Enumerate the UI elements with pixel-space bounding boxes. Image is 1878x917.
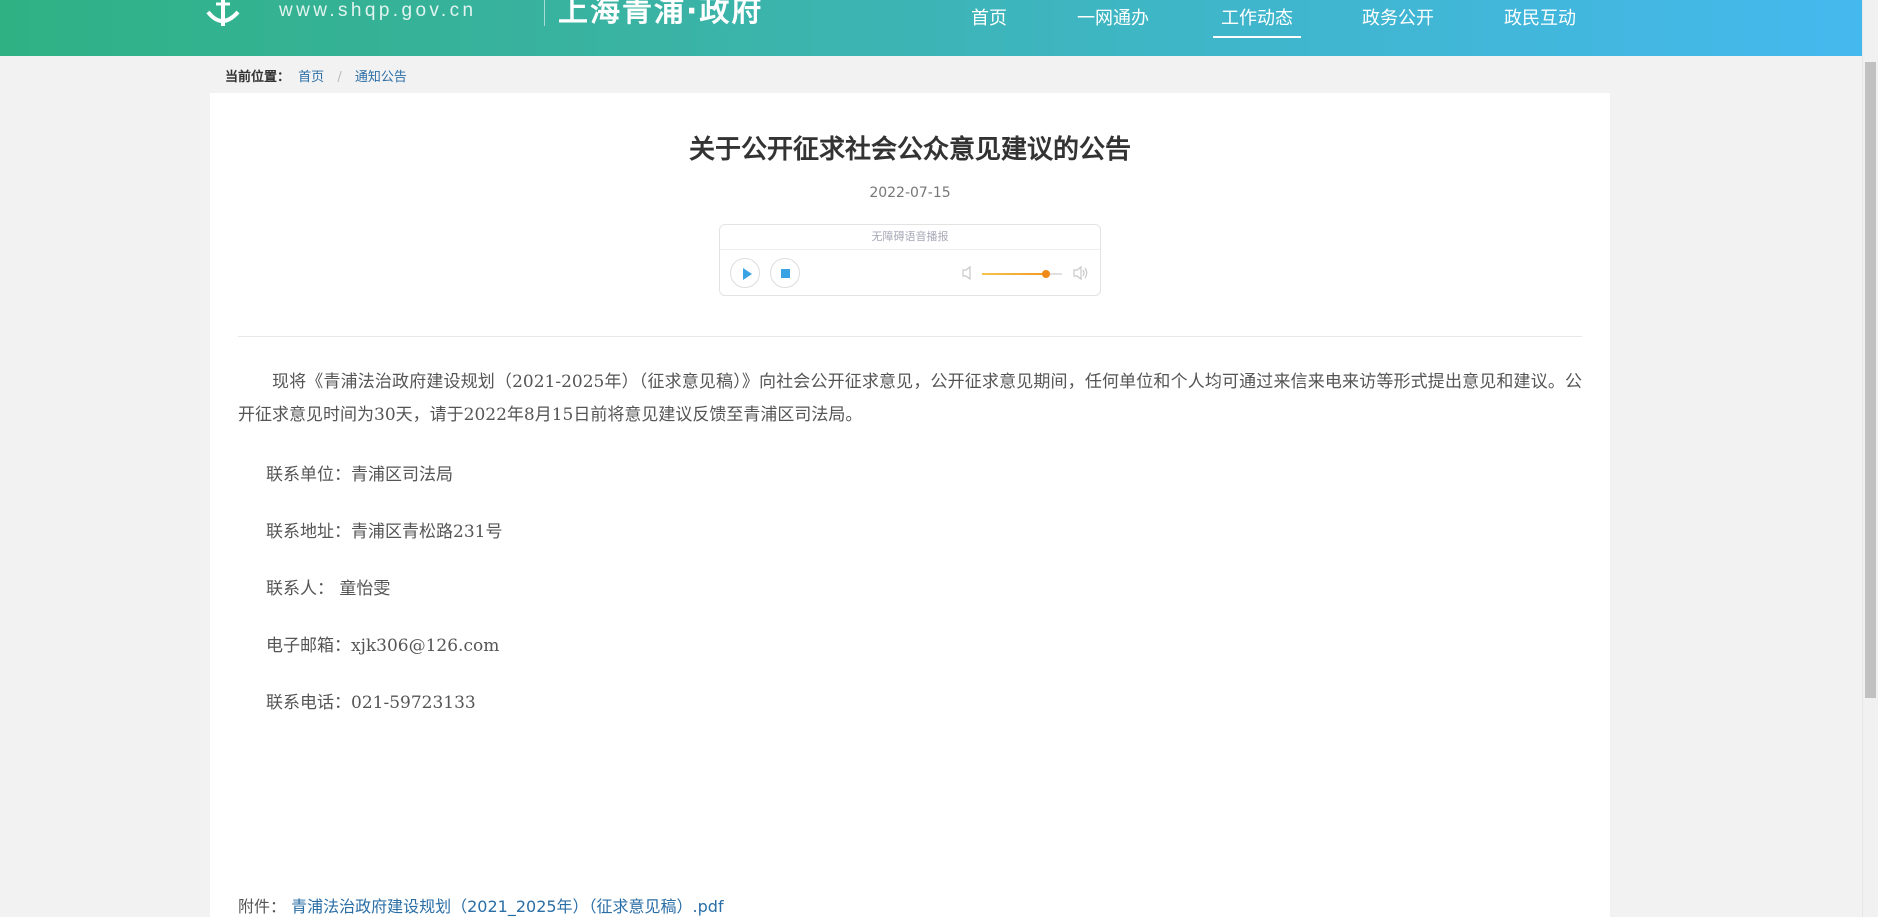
article-title: 关于公开征求社会公众意见建议的公告 — [688, 135, 1131, 165]
breadcrumb-home-link[interactable]: 首页 — [298, 70, 324, 85]
site-header: www.shqp.gov.cn 上海青浦·政府 首页 一网通办 工作动态 政务公… — [0, 0, 1862, 56]
logo-icon[interactable] — [198, 0, 248, 28]
play-icon — [743, 268, 752, 280]
contact-person: 联系人： 童怡雯 — [266, 579, 391, 599]
header-divider — [544, 0, 545, 26]
site-url: www.shqp.gov.cn — [279, 0, 477, 21]
contact-phone: 联系电话：021-59723133 — [266, 693, 476, 713]
audio-player-label: 无障碍语音播报 — [720, 225, 1100, 250]
volume-slider[interactable] — [982, 270, 1062, 278]
article-paragraph: 现将《青浦法治政府建设规划（2021-2025年）（征求意见稿）》向社会公开征求… — [238, 372, 1582, 425]
page-scrollbar[interactable] — [1862, 0, 1878, 917]
nav-item-government-affairs[interactable]: 政务公开 — [1362, 8, 1434, 38]
volume-mute-icon[interactable] — [961, 265, 975, 281]
scrollbar-thumb[interactable] — [1865, 62, 1876, 698]
contact-address: 联系地址：青浦区青松路231号 — [266, 522, 503, 542]
attachment-link[interactable]: 青浦法治政府建设规划（2021_2025年）（征求意见稿）.pdf — [291, 897, 723, 916]
volume-slider-handle[interactable] — [1042, 270, 1050, 278]
attachment: 附件： 青浦法治政府建设规划（2021_2025年）（征求意见稿）.pdf — [238, 893, 724, 917]
stop-icon — [781, 269, 790, 278]
article-date: 2022-07-15 — [869, 185, 951, 201]
nav-item-work-news[interactable]: 工作动态 — [1213, 8, 1301, 38]
article-panel: 关于公开征求社会公众意见建议的公告 2022-07-15 无障碍语音播报 现将《… — [210, 93, 1610, 917]
breadcrumb: 当前位置： 首页 / 通知公告 — [225, 66, 407, 85]
breadcrumb-label: 当前位置： — [225, 70, 291, 85]
volume-up-icon[interactable] — [1072, 265, 1090, 281]
contact-unit: 联系单位：青浦区司法局 — [266, 465, 453, 485]
nav-item-home[interactable]: 首页 — [971, 8, 1007, 38]
attachment-label: 附件： — [238, 897, 287, 916]
breadcrumb-notices-link[interactable]: 通知公告 — [355, 70, 407, 85]
volume-slider-fill — [982, 273, 1046, 275]
breadcrumb-separator: / — [337, 70, 342, 85]
play-button[interactable] — [730, 258, 760, 288]
contact-email: 电子邮箱：xjk306@126.com — [266, 636, 500, 656]
nav-item-public-interaction[interactable]: 政民互动 — [1504, 8, 1576, 38]
article-body: 现将《青浦法治政府建设规划（2021-2025年）（征求意见稿）》向社会公开征求… — [238, 366, 1582, 432]
site-title[interactable]: 上海青浦·政府 — [558, 0, 763, 30]
nav-item-online-service[interactable]: 一网通办 — [1077, 8, 1149, 38]
stop-button[interactable] — [770, 258, 800, 288]
audio-player: 无障碍语音播报 — [719, 224, 1101, 296]
content-divider — [238, 336, 1582, 337]
